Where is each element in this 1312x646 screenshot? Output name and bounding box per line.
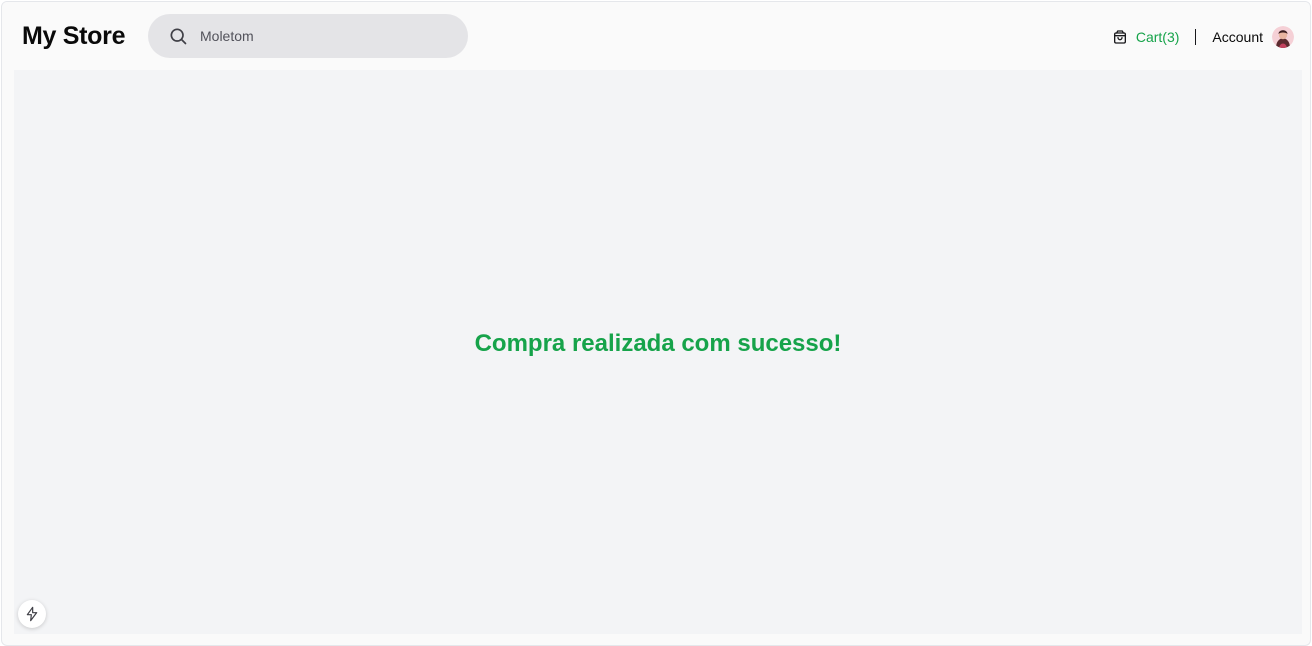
- search-input[interactable]: [200, 14, 450, 58]
- main-content: Compra realizada com sucesso!: [14, 70, 1302, 634]
- lightning-bolt-icon: [26, 606, 38, 622]
- user-avatar[interactable]: [1272, 26, 1294, 48]
- cart-label: Cart(3): [1135, 29, 1180, 45]
- search-icon: [170, 28, 187, 45]
- app-window: My Store Cart(3) Account: [1, 1, 1311, 646]
- shopping-bag-icon: [1113, 30, 1126, 44]
- purchase-success-message: Compra realizada com sucesso!: [474, 330, 842, 357]
- user-nav: Cart(3) Account: [1112, 22, 1294, 52]
- account-link[interactable]: Account: [1212, 26, 1294, 48]
- search-bar[interactable]: [148, 14, 468, 58]
- account-label: Account: [1212, 29, 1263, 45]
- store-logo[interactable]: My Store: [22, 20, 125, 52]
- top-navbar: My Store Cart(3) Account: [2, 2, 1310, 70]
- nav-divider: [1195, 29, 1197, 45]
- cart-link[interactable]: Cart(3): [1112, 29, 1180, 45]
- dev-tools-button[interactable]: [18, 600, 46, 628]
